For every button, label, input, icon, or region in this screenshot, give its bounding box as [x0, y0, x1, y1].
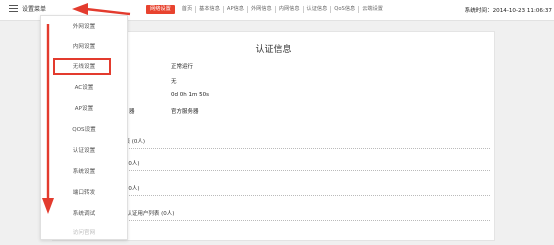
- exempt-blacklist-section[interactable]: 免/黑单认证用户列表 (0人): [105, 206, 490, 221]
- menu-item-qos-settings[interactable]: QOS设置: [41, 119, 127, 139]
- passed-list-section[interactable]: 通过列表 (0人): [105, 134, 490, 149]
- info-value: 官方服务器: [171, 109, 199, 115]
- nav-qos-info[interactable]: QoS信息: [331, 6, 360, 13]
- nav-lan-info[interactable]: 内网信息: [276, 6, 304, 13]
- top-nav: 网络设置 首页 基本信息 AP信息 外网信息 内网信息 认证信息 QoS信息 云…: [146, 5, 386, 14]
- nav-home[interactable]: 首页: [179, 6, 197, 13]
- settings-dropdown-menu: 外网设置 内网设置 无线设置 AC设置 AP设置 QOS设置 认证设置 系统设置…: [40, 15, 128, 240]
- highlight-box: [53, 58, 111, 75]
- menu-item-auth-settings[interactable]: 认证设置: [41, 140, 127, 160]
- info-value: 0d 0h 1m 50s: [171, 92, 209, 98]
- menu-item-official-site: 访问官网: [72, 230, 96, 236]
- menu-item-ap-settings[interactable]: AP设置: [41, 98, 127, 118]
- menu-item-system-settings[interactable]: 系统设置: [41, 161, 127, 181]
- settings-menu-label[interactable]: 设置菜单: [22, 4, 46, 13]
- menu-item-ac-settings[interactable]: AC设置: [41, 77, 127, 97]
- nav-auth-info[interactable]: 认证信息: [304, 6, 332, 13]
- menu-item-lan-settings[interactable]: 内网设置: [41, 36, 127, 56]
- menu-item-port-forwarding[interactable]: 端口转发: [41, 182, 127, 202]
- nav-network-settings[interactable]: 网络设置: [146, 5, 175, 14]
- nav-wan-info[interactable]: 外网信息: [248, 6, 276, 13]
- list-section[interactable]: 单列表 (0人): [105, 181, 490, 196]
- system-time: 系统时间：2014-10-23 11:06:37: [464, 8, 552, 14]
- hamburger-menu-icon[interactable]: [9, 5, 18, 12]
- menu-item-system-debug[interactable]: 系统调试: [41, 203, 127, 223]
- nav-ap-info[interactable]: AP信息: [224, 6, 248, 13]
- info-value: 正常运行: [171, 64, 194, 70]
- menu-item-wan-settings[interactable]: 外网设置: [41, 16, 127, 36]
- nav-cloud-settings[interactable]: 云端设置: [359, 6, 386, 13]
- info-label: 器: [129, 109, 135, 115]
- auth-list-section[interactable]: 证列表 (0人): [105, 156, 490, 171]
- settings-menu-toggle[interactable]: 设置菜单: [9, 4, 46, 13]
- info-value: 无: [171, 79, 177, 85]
- nav-basic-info[interactable]: 基本信息: [196, 6, 224, 13]
